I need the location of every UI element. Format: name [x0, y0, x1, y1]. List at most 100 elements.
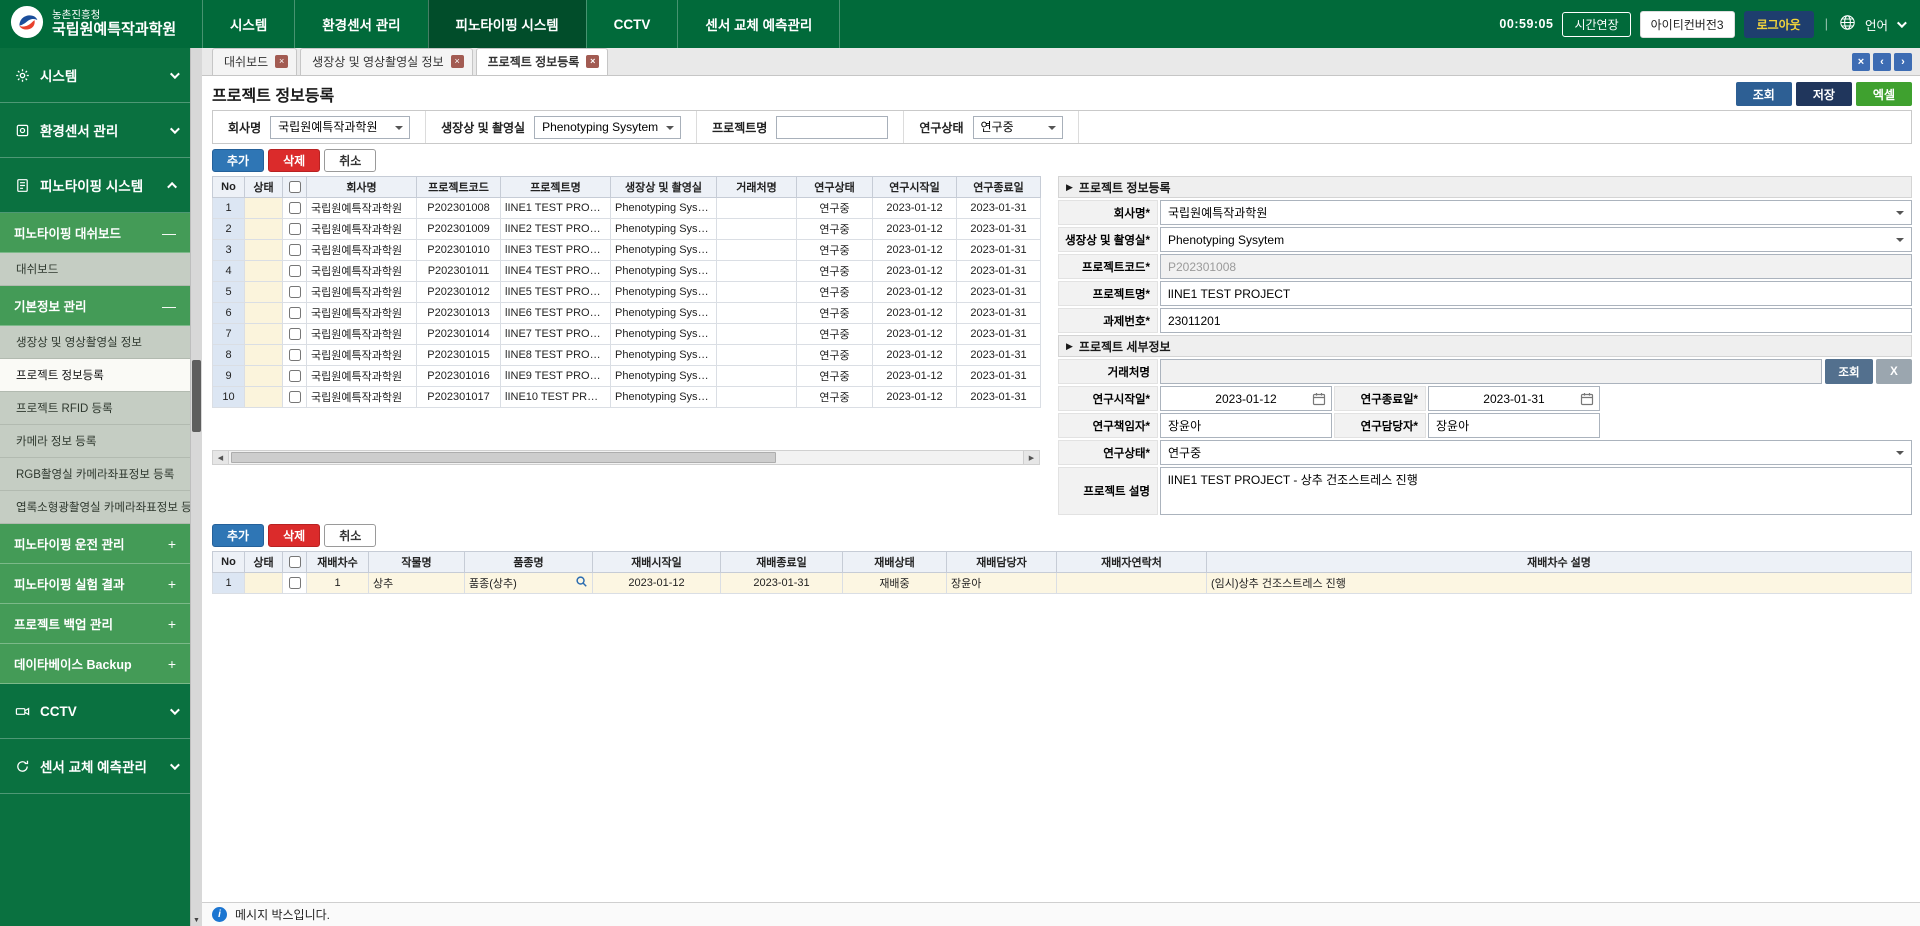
chamber-select[interactable]: Phenotyping Sysytem [1160, 227, 1912, 252]
add-button[interactable]: 추가 [212, 524, 264, 547]
excel-button[interactable]: 엑셀 [1856, 82, 1912, 106]
research-status-select[interactable]: 연구중 [1160, 440, 1912, 465]
tab[interactable]: 프로젝트 정보등록× [476, 48, 609, 75]
chevron-down-icon[interactable] [1897, 18, 1907, 28]
sidebar-item[interactable]: 카메라 정보 등록 [0, 425, 190, 458]
scroll-left-arrow-icon[interactable]: ◀ [213, 451, 229, 464]
row-checkbox[interactable] [283, 240, 307, 261]
tab-close-icon[interactable]: × [275, 55, 288, 68]
sidebar-item[interactable]: 센서 교체 예측관리 [0, 739, 190, 794]
project-row[interactable]: 3국립원예특작과학원P202301010lINE3 TEST PROJECTPh… [213, 240, 1041, 261]
user-button[interactable]: 아이티컨버전3 [1640, 11, 1735, 38]
horizontal-scrollbar[interactable]: ◀ ▶ [212, 450, 1040, 465]
project-row[interactable]: 1국립원예특작과학원P202301008lINE1 TEST PROJECTPh… [213, 198, 1041, 219]
hscrollbar-thumb[interactable] [231, 452, 776, 463]
cancel-button[interactable]: 취소 [324, 524, 376, 547]
company-select[interactable]: 국립원예특작과학원 [1160, 200, 1912, 225]
sidebar-item[interactable]: 환경센서 관리 [0, 103, 190, 158]
company-filter-select[interactable]: 국립원예특작과학원 [270, 116, 410, 139]
row-checkbox[interactable] [283, 303, 307, 324]
tab-close-icon[interactable]: × [451, 55, 464, 68]
delete-button[interactable]: 삭제 [268, 149, 320, 172]
status-filter-select[interactable]: 연구중 [973, 116, 1063, 139]
row-checkbox[interactable] [283, 219, 307, 240]
sidebar-item[interactable]: 데이타베이스 Backup+ [0, 644, 190, 684]
project-row[interactable]: 8국립원예특작과학원P202301015lINE8 TEST PROJECTPh… [213, 345, 1041, 366]
delete-button[interactable]: 삭제 [268, 524, 320, 547]
sidebar-item[interactable]: RGB촬영실 카메라좌표정보 등록 [0, 458, 190, 491]
row-checkbox[interactable] [283, 573, 307, 594]
row-checkbox[interactable] [283, 282, 307, 303]
project-row[interactable]: 2국립원예특작과학원P202301009lINE2 TEST PROJECTPh… [213, 219, 1041, 240]
search-button[interactable]: 조회 [1736, 82, 1792, 106]
scrollbar-thumb[interactable] [192, 360, 201, 432]
nav-item[interactable]: 시스템 [202, 0, 294, 48]
client-search-button[interactable]: 조회 [1825, 359, 1873, 384]
sidebar-item[interactable]: 기본정보 관리— [0, 286, 190, 326]
project-row[interactable]: 4국립원예특작과학원P202301011lINE4 TEST PROJECTPh… [213, 261, 1041, 282]
nav-item[interactable]: 센서 교체 예측관리 [677, 0, 840, 48]
project-row[interactable]: 9국립원예특작과학원P202301016lINE9 TEST PROJECTPh… [213, 366, 1041, 387]
sidebar-item[interactable]: 시스템 [0, 48, 190, 103]
manager-field[interactable]: 장윤아 [1428, 413, 1600, 438]
project-row[interactable]: 5국립원예특작과학원P202301012lINE5 TEST PROJECTPh… [213, 282, 1041, 303]
nav-item[interactable]: CCTV [586, 0, 678, 48]
culture-row[interactable]: 11상추품종(상추)2023-01-122023-01-31재배중장윤아(임시)… [213, 573, 1912, 594]
extend-time-button[interactable]: 시간연장 [1562, 12, 1630, 37]
sidebar-item[interactable]: 프로젝트 정보등록 [0, 359, 190, 392]
row-checkbox[interactable] [283, 261, 307, 282]
project-desc-field[interactable]: lINE1 TEST PROJECT - 상추 건조스트레스 진행 [1160, 467, 1912, 515]
row-checkbox[interactable] [283, 366, 307, 387]
row-checkbox[interactable] [283, 387, 307, 408]
sidebar-scrollbar[interactable]: ▼ [190, 48, 202, 926]
project-code-label: 프로젝트코드* [1058, 254, 1158, 279]
nav-item[interactable]: 피노타이핑 시스템 [428, 0, 586, 48]
calendar-icon[interactable] [1580, 392, 1594, 409]
select-all-checkbox[interactable] [283, 177, 307, 198]
calendar-icon[interactable] [1312, 392, 1326, 409]
client-clear-button[interactable]: X [1876, 359, 1912, 384]
sidebar-item[interactable]: 피노타이핑 운전 관리+ [0, 524, 190, 564]
grid-cell: 2023-01-31 [957, 240, 1041, 261]
project-name-field[interactable]: lINE1 TEST PROJECT [1160, 281, 1912, 306]
sidebar-item[interactable]: 생장상 및 영상촬영실 정보 [0, 326, 190, 359]
row-checkbox[interactable] [283, 324, 307, 345]
project-row[interactable]: 7국립원예특작과학원P202301014lINE7 TEST PROJECTPh… [213, 324, 1041, 345]
sidebar-item[interactable]: 프로젝트 RFID 등록 [0, 392, 190, 425]
sidebar-item[interactable]: 프로젝트 백업 관리+ [0, 604, 190, 644]
tab-close-icon[interactable]: × [586, 55, 599, 68]
scroll-down-arrow-icon[interactable]: ▼ [191, 917, 202, 924]
project-row[interactable]: 6국립원예특작과학원P202301013lINE6 TEST PROJECTPh… [213, 303, 1041, 324]
sidebar-item[interactable]: 엽록소형광촬영실 카메라좌표정보 등록 [0, 491, 190, 524]
project-name-input[interactable] [776, 116, 888, 139]
sidebar-item[interactable]: 피노타이핑 실험 결과+ [0, 564, 190, 604]
logout-button[interactable]: 로그아웃 [1744, 11, 1814, 38]
chamber-filter-select[interactable]: Phenotyping Sysytem [534, 116, 681, 139]
prev-tab-button[interactable]: ‹ [1873, 53, 1891, 71]
sidebar-item[interactable]: 피노타이핑 대쉬보드— [0, 213, 190, 253]
next-tab-button[interactable]: › [1894, 53, 1912, 71]
cancel-button[interactable]: 취소 [324, 149, 376, 172]
close-all-tabs-button[interactable]: × [1852, 53, 1870, 71]
magnifier-icon[interactable] [575, 575, 588, 591]
tab[interactable]: 생장상 및 영상촬영실 정보× [300, 48, 472, 75]
end-date-field[interactable]: 2023-01-31 [1428, 386, 1600, 411]
project-row[interactable]: 10국립원예특작과학원P202301017lINE10 TEST PROJECT… [213, 387, 1041, 408]
sidebar-item[interactable]: 피노타이핑 시스템 [0, 158, 190, 213]
row-checkbox[interactable] [283, 345, 307, 366]
leader-field[interactable]: 장윤아 [1160, 413, 1332, 438]
add-button[interactable]: 추가 [212, 149, 264, 172]
start-date-field[interactable]: 2023-01-12 [1160, 386, 1332, 411]
row-checkbox[interactable] [283, 198, 307, 219]
sidebar-item[interactable]: CCTV [0, 684, 190, 739]
select-all-checkbox[interactable] [283, 552, 307, 573]
page-content: 프로젝트 정보등록 조회 저장 엑셀 회사명 국립원예특작과학원 생장상 및 촬… [202, 76, 1920, 902]
save-button[interactable]: 저장 [1796, 82, 1852, 106]
sidebar-item[interactable]: 대쉬보드 [0, 253, 190, 286]
nav-item[interactable]: 환경센서 관리 [294, 0, 427, 48]
task-number-field[interactable]: 23011201 [1160, 308, 1912, 333]
tab[interactable]: 대쉬보드× [212, 48, 297, 75]
language-label[interactable]: 언어 [1865, 15, 1888, 34]
globe-icon[interactable] [1839, 14, 1856, 34]
scroll-right-arrow-icon[interactable]: ▶ [1023, 451, 1039, 464]
